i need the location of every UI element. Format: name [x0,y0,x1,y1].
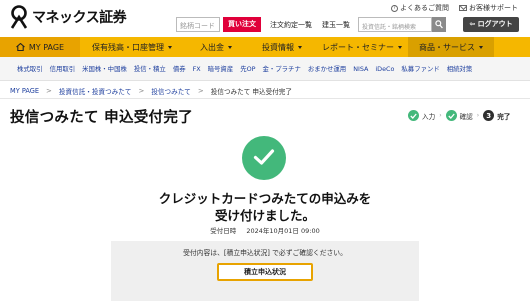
search-icon [435,20,443,29]
nav-deposit[interactable]: 入出金 [184,37,248,57]
breadcrumb-fund-accumulation[interactable]: 投信つみたて [151,86,191,96]
nav-investment-info[interactable]: 投資情報 [248,37,316,57]
step-complete: 3 完了 [483,110,510,121]
chevron-down-icon [479,45,483,49]
nav-label: 商品・サービス [419,42,475,52]
subnav-item[interactable]: FX [193,65,201,73]
subnav-item[interactable]: 信用取引 [50,64,76,73]
search-button[interactable] [432,17,446,32]
completion-message-line: 受け付けました。 [214,208,315,223]
utility-links: ? よくあるご質問 お客様サポート [391,3,518,13]
receipt-value: 2024年10月01日 09:00 [246,227,320,235]
main-nav: MY PAGE 保有残高・口座管理 入出金 投資情報 レポート・セミナー 商品・… [0,37,530,57]
step-arrow-icon: › [439,112,442,119]
order-list-link[interactable]: 注文約定一覧 [270,20,312,30]
mail-icon [459,5,467,11]
step-label: 入力 [422,112,436,121]
completion-message-line: クレジットカードつみたての申込みを [158,191,372,206]
faq-link[interactable]: ? よくあるご質問 [391,3,449,13]
completion-message: クレジットカードつみたての申込みを 受け付けました。 [0,190,530,224]
logout-arrow-icon: ⇦ [469,20,476,28]
position-list-link[interactable]: 建玉一覧 [322,20,350,30]
sub-nav: 株式取引 信用取引 米国株・中国株 投信・積立 債券 FX 暗号資産 先OP 金… [0,57,530,81]
notice-box: 受付内容は、[積立申込状況] で必ずご確認ください。 積立申込状況 [111,241,419,301]
subnav-item[interactable]: 暗号資産 [208,64,234,73]
divider [0,98,530,99]
help-icon: ? [391,4,398,12]
subnav-item[interactable]: 相続対策 [447,64,473,73]
stock-code-input[interactable]: 銘柄コード [176,17,220,32]
check-icon [445,110,457,121]
subnav-item[interactable]: 債券 [173,64,186,73]
subnav-item[interactable]: iDeCo [375,65,394,73]
subnav-item[interactable]: NISA [353,65,368,73]
chevron-right-icon: > [138,87,145,95]
step-label: 確認 [459,112,473,121]
subnav-item[interactable]: 私募ファンド [401,64,439,73]
logout-button[interactable]: ⇦ ログアウト [463,17,519,32]
step-number: 3 [483,110,495,121]
accumulation-status-button[interactable]: 積立申込状況 [217,263,313,281]
nav-label: レポート・セミナー [322,42,394,52]
faq-label: よくあるご質問 [400,4,449,12]
chevron-down-icon [298,45,302,49]
nav-label: MY PAGE [28,42,65,52]
receipt-label: 受付日時 [210,227,237,235]
support-label: お客様サポート [469,4,518,12]
header-tools: 銘柄コード 買い注文 注文約定一覧 建玉一覧 投資信託・銘柄検索 ⇦ ログアウト [0,17,530,33]
subnav-item[interactable]: 投信・積立 [134,64,166,73]
home-icon [16,43,25,51]
chevron-down-icon [168,45,172,49]
subnav-item[interactable]: 株式取引 [17,64,43,73]
step-confirm: 確認 [445,110,473,121]
notice-text: 受付内容は、[積立申込状況] で必ずご確認ください。 [183,249,347,257]
page-title: 投信つみたて 申込受付完了 [10,110,193,126]
subnav-item[interactable]: 米国株・中国株 [82,64,127,73]
step-input: 入力 [408,110,435,121]
nav-label: 保有残高・口座管理 [92,42,164,52]
nav-label: 投資情報 [262,42,294,52]
breadcrumb-my-page[interactable]: MY PAGE [10,87,39,95]
fund-search-input[interactable]: 投資信託・銘柄検索 [358,17,432,32]
logout-label: ログアウト [477,20,513,28]
check-icon [408,110,419,121]
chevron-down-icon [228,45,232,49]
nav-reports[interactable]: レポート・セミナー [316,37,408,57]
breadcrumb-current: 投信つみたて 申込受付完了 [210,88,292,96]
support-link[interactable]: お客様サポート [459,3,518,13]
breadcrumb-funds[interactable]: 投資信託・投資つみたて [59,86,132,96]
step-label: 完了 [497,112,511,121]
success-check-icon [242,136,286,180]
nav-products[interactable]: 商品・サービス [408,37,494,57]
breadcrumb: MY PAGE > 投資信託・投資つみたて > 投信つみたて > 投信つみたて … [10,86,292,96]
receipt-datetime: 受付日時 2024年10月01日 09:00 [0,225,530,235]
subnav-item[interactable]: 金・プラチナ [263,64,301,73]
nav-holdings[interactable]: 保有残高・口座管理 [80,37,184,57]
nav-label: 入出金 [200,42,224,52]
chevron-right-icon: > [197,87,204,95]
step-indicator: 入力 › 確認 › 3 完了 [408,110,510,121]
nav-my-page[interactable]: MY PAGE [0,37,80,57]
step-arrow-icon: › [476,112,480,119]
buy-order-button[interactable]: 買い注文 [223,17,261,32]
chevron-down-icon [398,45,402,49]
subnav-item[interactable]: 先OP [240,64,255,73]
header: マネックス証券 ? よくあるご質問 お客様サポート 銘柄コード 買い注文 注文約… [0,0,530,37]
chevron-right-icon: > [46,87,52,95]
subnav-item[interactable]: おまかせ運用 [308,64,346,73]
